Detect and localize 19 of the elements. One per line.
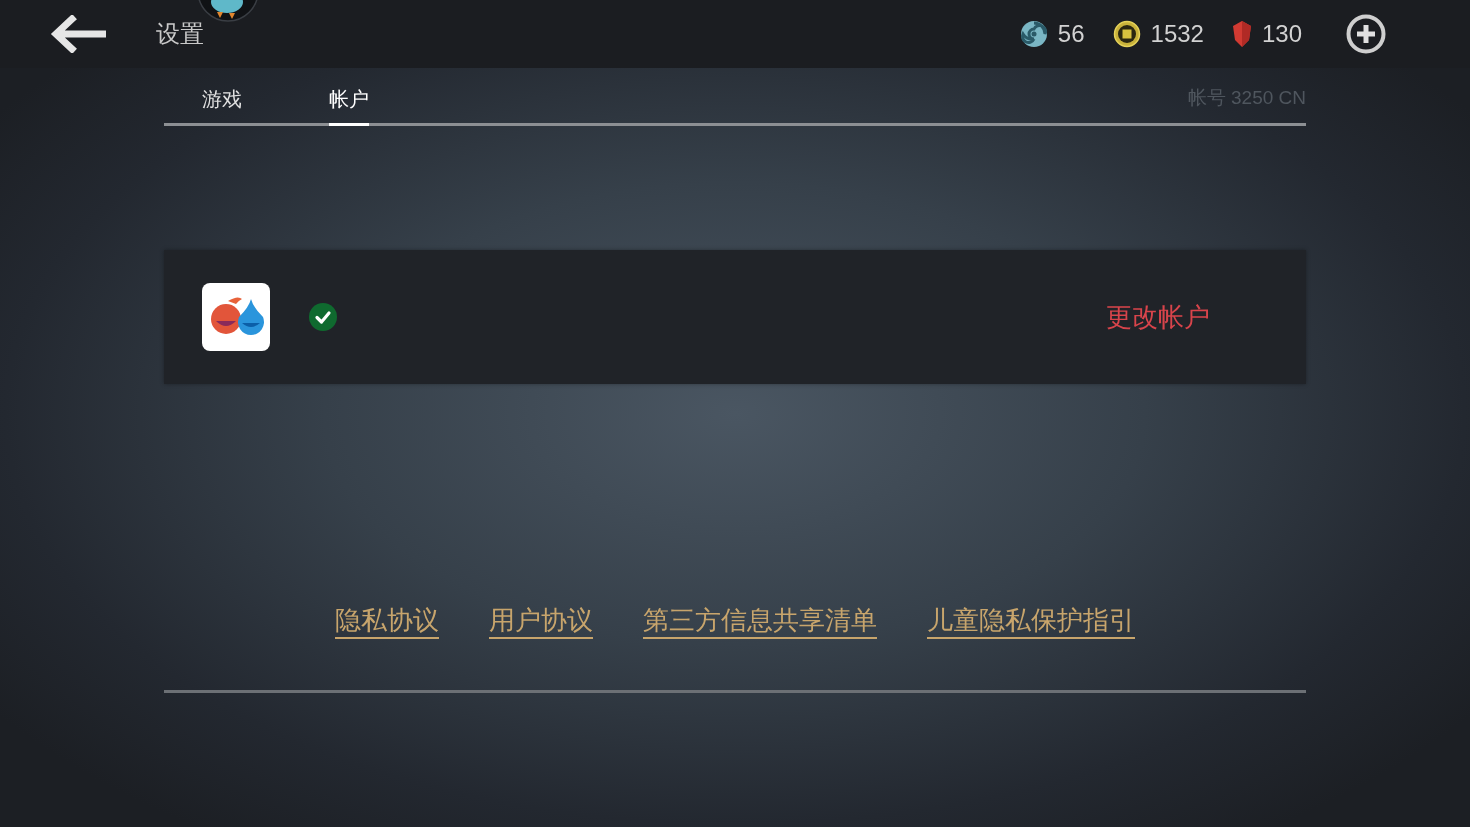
app-logo-icon xyxy=(202,283,270,351)
coin-icon xyxy=(1112,20,1141,48)
currency-amount: 56 xyxy=(1057,20,1085,48)
policy-link[interactable]: 儿童隐私保护指引 xyxy=(927,605,1135,639)
tab[interactable]: 帐户 xyxy=(329,87,369,126)
policy-link[interactable]: 用户协议 xyxy=(489,605,593,639)
change-account-button[interactable]: 更改帐户 xyxy=(1106,301,1210,333)
gem-icon xyxy=(1231,20,1252,48)
back-button[interactable] xyxy=(50,15,106,53)
add-button[interactable] xyxy=(1346,14,1386,54)
currency-amount: 130 xyxy=(1261,20,1302,48)
plus-icon xyxy=(1346,14,1386,54)
policy-link[interactable]: 第三方信息共享清单 xyxy=(643,605,877,639)
policy-link[interactable]: 隐私协议 xyxy=(335,605,439,639)
page-title: 设置 xyxy=(156,19,204,49)
tab[interactable]: 游戏 xyxy=(202,87,242,126)
swirl-icon xyxy=(1019,20,1048,48)
currency-amount: 1532 xyxy=(1150,20,1204,48)
back-arrow-icon xyxy=(50,15,106,53)
